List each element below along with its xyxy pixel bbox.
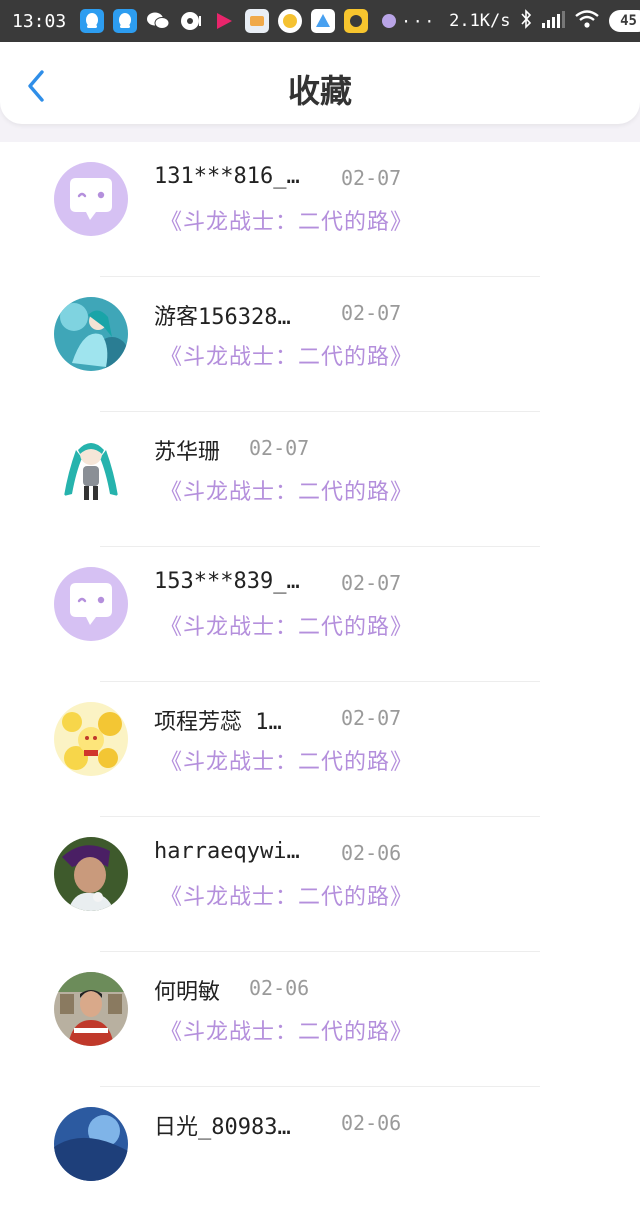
item-date: 02-06 [341, 1111, 402, 1135]
item-date: 02-06 [341, 841, 402, 865]
qq-icon [80, 9, 105, 33]
list-item[interactable]: 日光_80983… 02-06 [0, 1087, 640, 1222]
anime-avatar[interactable] [54, 702, 128, 776]
more-notifications-indicator: ··· [401, 11, 437, 31]
photo-avatar[interactable] [54, 837, 128, 911]
item-date: 02-07 [341, 706, 402, 730]
page-title: 收藏 [287, 72, 352, 110]
item-date: 02-07 [249, 436, 310, 460]
list-item[interactable]: 游客156328… 02-07 《斗龙战士：二代的路》 [0, 277, 640, 412]
user-name: 131***816_… [154, 164, 300, 189]
anime-avatar[interactable] [54, 432, 128, 506]
list-item[interactable]: 153***839_… 02-07 《斗龙战士：二代的路》 [0, 547, 640, 682]
app-icon [344, 9, 369, 33]
music-icon [179, 9, 203, 33]
list-item[interactable]: 何明敏 02-06 《斗龙战士：二代的路》 [0, 952, 640, 1087]
default-avatar[interactable] [54, 162, 128, 236]
user-name: 游客156328… [154, 305, 291, 330]
wechat-icon [146, 9, 170, 33]
book-title[interactable]: 《斗龙战士：二代的路》 [160, 879, 413, 911]
favorites-list: 131***816_… 02-07 《斗龙战士：二代的路》 游客156328… … [0, 142, 640, 1222]
status-bar: 13:03 ··· 2.1K/s 45 [0, 0, 640, 42]
user-name: 153***839_… [154, 569, 300, 594]
notification-icons [80, 9, 401, 33]
header: 收藏 [0, 42, 640, 142]
qq-icon [113, 9, 138, 33]
user-name: 日光_80983… [154, 1115, 291, 1140]
item-date: 02-06 [249, 976, 310, 1000]
book-title[interactable]: 《斗龙战士：二代的路》 [160, 1014, 413, 1046]
book-title[interactable]: 《斗龙战士：二代的路》 [160, 204, 413, 236]
book-title[interactable]: 《斗龙战士：二代的路》 [160, 744, 413, 776]
default-avatar[interactable] [54, 567, 128, 641]
app-icon [311, 9, 336, 33]
list-item[interactable]: harraeqywi… 02-06 《斗龙战士：二代的路》 [0, 817, 640, 952]
item-date: 02-07 [341, 571, 402, 595]
photo-avatar[interactable] [54, 1107, 128, 1181]
user-name: harraeqywi… [154, 839, 300, 864]
anime-avatar[interactable] [54, 297, 128, 371]
user-name: 苏华珊 [154, 440, 221, 465]
item-date: 02-07 [341, 301, 402, 325]
status-time: 13:03 [12, 10, 67, 32]
book-title[interactable]: 《斗龙战士：二代的路》 [160, 609, 413, 641]
app-icon [245, 9, 270, 33]
header-card: 收藏 [0, 42, 640, 124]
youku-icon [212, 9, 236, 33]
item-date: 02-07 [341, 166, 402, 190]
signal-icon [541, 10, 565, 33]
bluetooth-icon [520, 8, 532, 34]
app-icon [377, 9, 401, 33]
user-name: 何明敏 [154, 980, 221, 1005]
list-item[interactable]: 131***816_… 02-07 《斗龙战士：二代的路》 [0, 142, 640, 277]
user-name: 项程芳蕊 1… [154, 710, 282, 735]
status-right: ··· 2.1K/s 45 [401, 8, 640, 34]
list-item[interactable]: 项程芳蕊 1… 02-07 《斗龙战士：二代的路》 [0, 682, 640, 817]
wifi-icon [574, 9, 600, 34]
list-item[interactable]: 苏华珊 02-07 《斗龙战士：二代的路》 [0, 412, 640, 547]
book-title[interactable]: 《斗龙战士：二代的路》 [160, 339, 413, 371]
book-title[interactable]: 《斗龙战士：二代的路》 [160, 474, 413, 506]
net-speed: 2.1K/s [449, 11, 511, 31]
photo-avatar[interactable] [54, 972, 128, 1046]
app-icon [278, 9, 303, 33]
battery-indicator: 45 [608, 10, 640, 32]
